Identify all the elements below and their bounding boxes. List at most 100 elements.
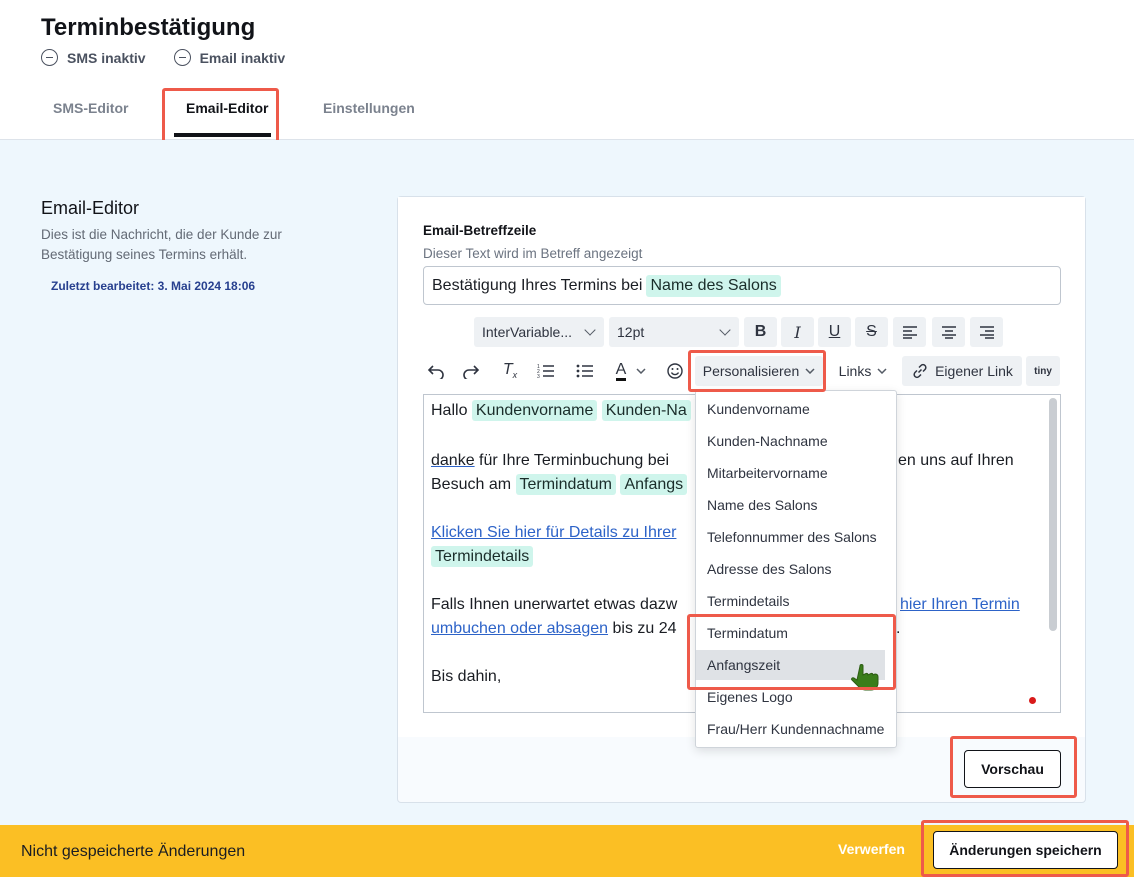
editor-line-closing: Bis dahin, xyxy=(431,668,502,685)
emoji-button[interactable] xyxy=(661,356,689,386)
undo-button[interactable] xyxy=(420,356,452,386)
tag-first-name[interactable]: Kundenvorname xyxy=(471,400,598,421)
rebook-link-tail[interactable]: hier Ihren Termin xyxy=(900,596,1020,613)
align-right-button[interactable] xyxy=(970,317,1003,347)
align-center-icon xyxy=(941,326,956,339)
chevron-down-icon xyxy=(877,368,887,374)
section-title: Email-Editor xyxy=(41,198,140,218)
editor-line-thanks: danke für Ihre Terminbuchung bei xyxy=(431,452,669,470)
email-status-label: Email inaktiv xyxy=(199,49,286,66)
subject-hint: Dieser Text wird im Betreff angezeigt xyxy=(423,246,643,261)
underline-icon: U xyxy=(828,323,841,340)
dropdown-item-name-des-salons[interactable]: Name des Salons xyxy=(707,497,818,513)
strikethrough-button[interactable]: S xyxy=(855,317,888,347)
bold-icon: B xyxy=(754,323,767,340)
dropdown-item-anfangszeit[interactable]: Anfangszeit xyxy=(707,657,780,673)
spellcheck-dot xyxy=(1029,697,1036,704)
editor-line-thanks-tail: en uns auf Ihren xyxy=(898,452,1014,469)
tag-last-name[interactable]: Kunden-Na xyxy=(601,400,691,421)
chevron-down-icon xyxy=(719,324,731,336)
chevron-down-icon xyxy=(584,324,596,336)
own-link-button[interactable]: Eigener Link xyxy=(902,356,1022,386)
dropdown-item-kundenvorname[interactable]: Kundenvorname xyxy=(707,401,810,417)
email-status: Email inaktiv xyxy=(173,49,286,66)
links-button[interactable]: Links xyxy=(830,356,896,386)
text-color-button[interactable]: A xyxy=(606,356,656,386)
personalize-label: Personalisieren xyxy=(702,363,800,379)
link-icon xyxy=(913,363,927,379)
links-label: Links xyxy=(838,363,872,379)
preview-button[interactable]: Vorschau xyxy=(964,750,1061,788)
font-family-select[interactable]: InterVariable... xyxy=(474,317,604,347)
editor-line-details-tag: Termindetails xyxy=(431,546,534,567)
tag-date[interactable]: Termindatum xyxy=(515,474,616,495)
chevron-down-icon xyxy=(636,368,646,374)
page-title: Terminbestätigung xyxy=(41,14,256,41)
tiny-logo: tiny xyxy=(1026,356,1060,386)
clear-format-button[interactable]: Tx xyxy=(494,356,526,386)
tab-sms-editor[interactable]: SMS-Editor xyxy=(53,100,128,116)
subject-label: Email-Betreffzeile xyxy=(423,223,537,238)
font-family-value: InterVariable... xyxy=(482,324,573,340)
strikethrough-icon: S xyxy=(866,323,877,340)
undo-icon xyxy=(427,365,444,379)
dropdown-item-kunden-nachname[interactable]: Kunden-Nachname xyxy=(707,433,828,449)
thanks-word: danke xyxy=(431,452,475,469)
tiny-label: tiny xyxy=(1034,365,1052,377)
align-right-icon xyxy=(979,326,994,339)
last-edited: Zuletzt bearbeitet: 3. Mai 2024 18:06 xyxy=(51,279,256,293)
dropdown-item-adresse[interactable]: Adresse des Salons xyxy=(707,561,832,577)
editor-scrollbar[interactable] xyxy=(1049,398,1057,631)
dropdown-item-telefonnummer[interactable]: Telefonnummer des Salons xyxy=(707,529,877,545)
editor-line-rebook-2: umbuchen oder absagen bis zu 24 xyxy=(431,620,677,638)
bold-button[interactable]: B xyxy=(744,317,777,347)
editor-line-details-link: Klicken Sie hier für Details zu Ihrer xyxy=(431,524,676,542)
chevron-down-icon xyxy=(805,368,815,374)
text-color-icon: A xyxy=(615,361,627,381)
rebook-rest: bis zu 24 xyxy=(612,620,677,637)
dropdown-item-termindetails[interactable]: Termindetails xyxy=(707,593,789,609)
subject-input[interactable]: Bestätigung Ihres Termins bei Name des S… xyxy=(423,266,1061,305)
italic-icon: I xyxy=(794,322,801,342)
font-size-select[interactable]: 12pt xyxy=(609,317,739,347)
tag-start[interactable]: Anfangs xyxy=(620,474,688,495)
editor-line-greeting: Hallo Kundenvorname Kunden-Na xyxy=(431,400,691,421)
minus-circle-icon xyxy=(173,49,191,66)
emoji-icon xyxy=(667,363,683,379)
section-description: Dies ist die Nachricht, die der Kunde zu… xyxy=(41,227,282,262)
greeting-text: Hallo xyxy=(431,402,468,419)
dropdown-item-termindatum[interactable]: Termindatum xyxy=(707,625,788,641)
rebook-link[interactable]: umbuchen oder absagen xyxy=(431,620,608,637)
hand-cursor-icon xyxy=(851,664,879,691)
tab-email-editor[interactable]: Email-Editor xyxy=(186,100,268,116)
align-left-button[interactable] xyxy=(893,317,926,347)
minus-circle-icon xyxy=(41,49,58,66)
discard-button[interactable]: Verwerfen xyxy=(838,841,905,857)
numbered-list-icon: 123 xyxy=(537,364,554,379)
personalize-button[interactable]: Personalisieren xyxy=(695,356,823,386)
dropdown-item-mitarbeitervorname[interactable]: Mitarbeitervorname xyxy=(707,465,828,481)
dropdown-item-frau-herr[interactable]: Frau/Herr Kundennachname xyxy=(707,721,884,737)
status-row: SMS inaktiv Email inaktiv xyxy=(41,49,285,66)
save-button[interactable]: Änderungen speichern xyxy=(933,831,1118,869)
dropdown-item-eigenes-logo[interactable]: Eigenes Logo xyxy=(707,689,793,705)
editor-line-date: Besuch am Termindatum Anfangs xyxy=(431,474,688,495)
svg-text:3: 3 xyxy=(537,374,540,379)
bullet-list-icon xyxy=(576,364,593,378)
align-center-button[interactable] xyxy=(932,317,965,347)
details-link[interactable]: Klicken Sie hier für Details zu Ihrer xyxy=(431,524,676,541)
sms-status: SMS inaktiv xyxy=(41,49,146,66)
tag-details[interactable]: Termindetails xyxy=(431,546,534,567)
clear-format-icon: Tx xyxy=(502,361,518,381)
subject-tag[interactable]: Name des Salons xyxy=(646,274,781,297)
italic-button[interactable]: I xyxy=(781,317,814,347)
underline-button[interactable]: U xyxy=(818,317,851,347)
bullet-list-button[interactable] xyxy=(569,356,601,386)
tab-einstellungen[interactable]: Einstellungen xyxy=(323,100,415,116)
thanks-text: für Ihre Terminbuchung bei xyxy=(479,452,670,469)
unsaved-message: Nicht gespeicherte Änderungen xyxy=(21,843,246,860)
numbered-list-button[interactable]: 123 xyxy=(530,356,562,386)
font-size-value: 12pt xyxy=(617,324,645,340)
visit-text: Besuch am xyxy=(431,476,512,493)
redo-button[interactable] xyxy=(455,356,487,386)
